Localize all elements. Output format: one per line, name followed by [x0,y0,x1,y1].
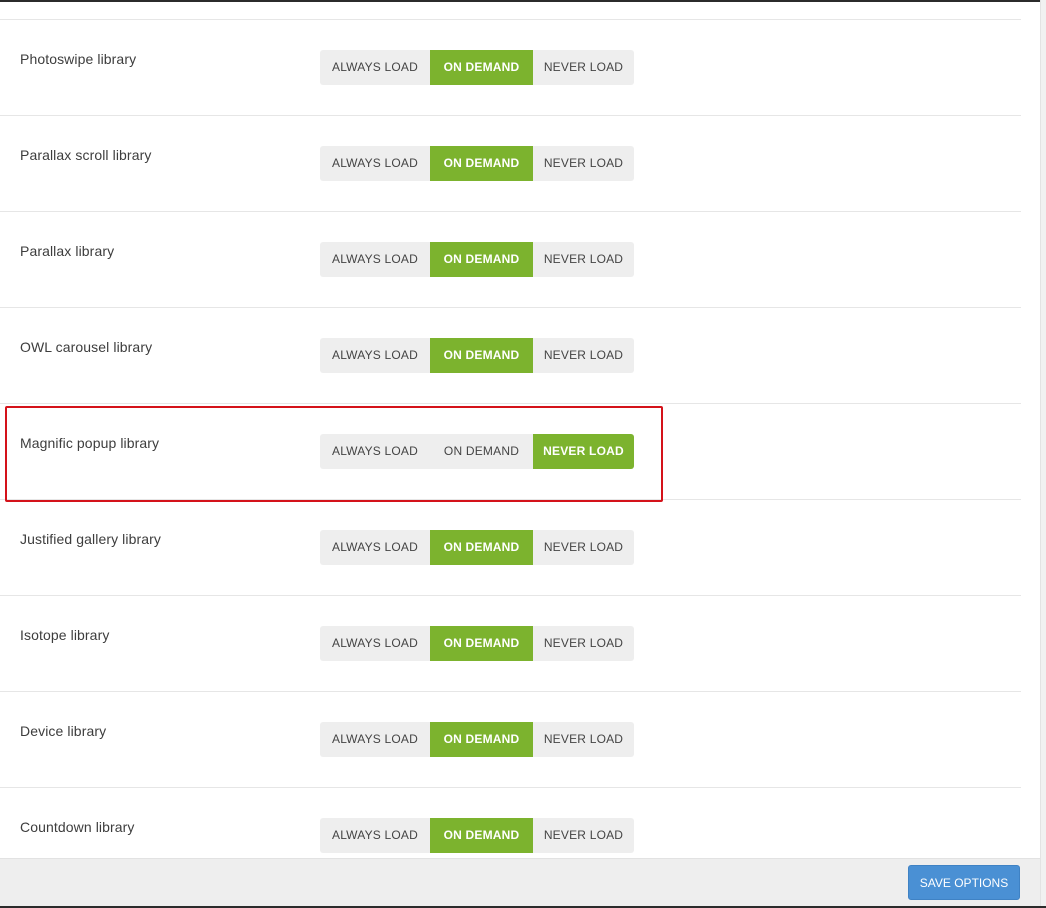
option-label: Justified gallery library [20,531,161,547]
never-load-button[interactable]: NEVER LOAD [533,722,634,757]
never-load-button[interactable]: NEVER LOAD [533,242,634,277]
option-label: Isotope library [20,627,110,643]
always-load-button[interactable]: ALWAYS LOAD [320,242,430,277]
load-mode-toggle: ALWAYS LOAD ON DEMAND NEVER LOAD [320,146,634,181]
save-options-button[interactable]: SAVE OPTIONS [908,865,1020,900]
never-load-button[interactable]: NEVER LOAD [533,434,634,469]
library-options-list: Photoswipe library ALWAYS LOAD ON DEMAND… [0,19,1021,883]
on-demand-button[interactable]: ON DEMAND [430,722,533,757]
option-row-isotope: Isotope library ALWAYS LOAD ON DEMAND NE… [0,595,1021,691]
option-row-justified-gallery: Justified gallery library ALWAYS LOAD ON… [0,499,1021,595]
load-mode-toggle: ALWAYS LOAD ON DEMAND NEVER LOAD [320,530,634,565]
always-load-button[interactable]: ALWAYS LOAD [320,434,430,469]
load-mode-toggle: ALWAYS LOAD ON DEMAND NEVER LOAD [320,434,634,469]
option-label: Photoswipe library [20,51,137,67]
option-label: Magnific popup library [20,435,160,451]
option-label: Countdown library [20,819,135,835]
footer-bar [0,858,1040,907]
scrollbar-track[interactable] [1040,0,1046,908]
option-row-photoswipe: Photoswipe library ALWAYS LOAD ON DEMAND… [0,19,1021,115]
load-mode-toggle: ALWAYS LOAD ON DEMAND NEVER LOAD [320,242,634,277]
on-demand-button[interactable]: ON DEMAND [430,818,533,853]
always-load-button[interactable]: ALWAYS LOAD [320,338,430,373]
load-mode-toggle: ALWAYS LOAD ON DEMAND NEVER LOAD [320,50,634,85]
option-label: Parallax library [20,243,115,259]
never-load-button[interactable]: NEVER LOAD [533,530,634,565]
always-load-button[interactable]: ALWAYS LOAD [320,722,430,757]
never-load-button[interactable]: NEVER LOAD [533,626,634,661]
option-row-device: Device library ALWAYS LOAD ON DEMAND NEV… [0,691,1021,787]
option-label: OWL carousel library [20,339,153,355]
always-load-button[interactable]: ALWAYS LOAD [320,146,430,181]
on-demand-button[interactable]: ON DEMAND [430,338,533,373]
option-label: Parallax scroll library [20,147,152,163]
load-mode-toggle: ALWAYS LOAD ON DEMAND NEVER LOAD [320,626,634,661]
on-demand-button[interactable]: ON DEMAND [430,50,533,85]
always-load-button[interactable]: ALWAYS LOAD [320,530,430,565]
never-load-button[interactable]: NEVER LOAD [533,146,634,181]
option-row-parallax: Parallax library ALWAYS LOAD ON DEMAND N… [0,211,1021,307]
option-row-magnific-popup: Magnific popup library ALWAYS LOAD ON DE… [0,403,1021,499]
on-demand-button[interactable]: ON DEMAND [430,530,533,565]
never-load-button[interactable]: NEVER LOAD [533,818,634,853]
option-row-parallax-scroll: Parallax scroll library ALWAYS LOAD ON D… [0,115,1021,211]
always-load-button[interactable]: ALWAYS LOAD [320,626,430,661]
settings-page: Photoswipe library ALWAYS LOAD ON DEMAND… [0,0,1046,908]
option-row-owl-carousel: OWL carousel library ALWAYS LOAD ON DEMA… [0,307,1021,403]
always-load-button[interactable]: ALWAYS LOAD [320,50,430,85]
option-label: Device library [20,723,107,739]
load-mode-toggle: ALWAYS LOAD ON DEMAND NEVER LOAD [320,338,634,373]
on-demand-button[interactable]: ON DEMAND [430,242,533,277]
on-demand-button[interactable]: ON DEMAND [430,626,533,661]
always-load-button[interactable]: ALWAYS LOAD [320,818,430,853]
never-load-button[interactable]: NEVER LOAD [533,338,634,373]
on-demand-button[interactable]: ON DEMAND [430,146,533,181]
never-load-button[interactable]: NEVER LOAD [533,50,634,85]
on-demand-button[interactable]: ON DEMAND [430,434,533,469]
top-divider [0,0,1042,2]
load-mode-toggle: ALWAYS LOAD ON DEMAND NEVER LOAD [320,722,634,757]
load-mode-toggle: ALWAYS LOAD ON DEMAND NEVER LOAD [320,818,634,853]
